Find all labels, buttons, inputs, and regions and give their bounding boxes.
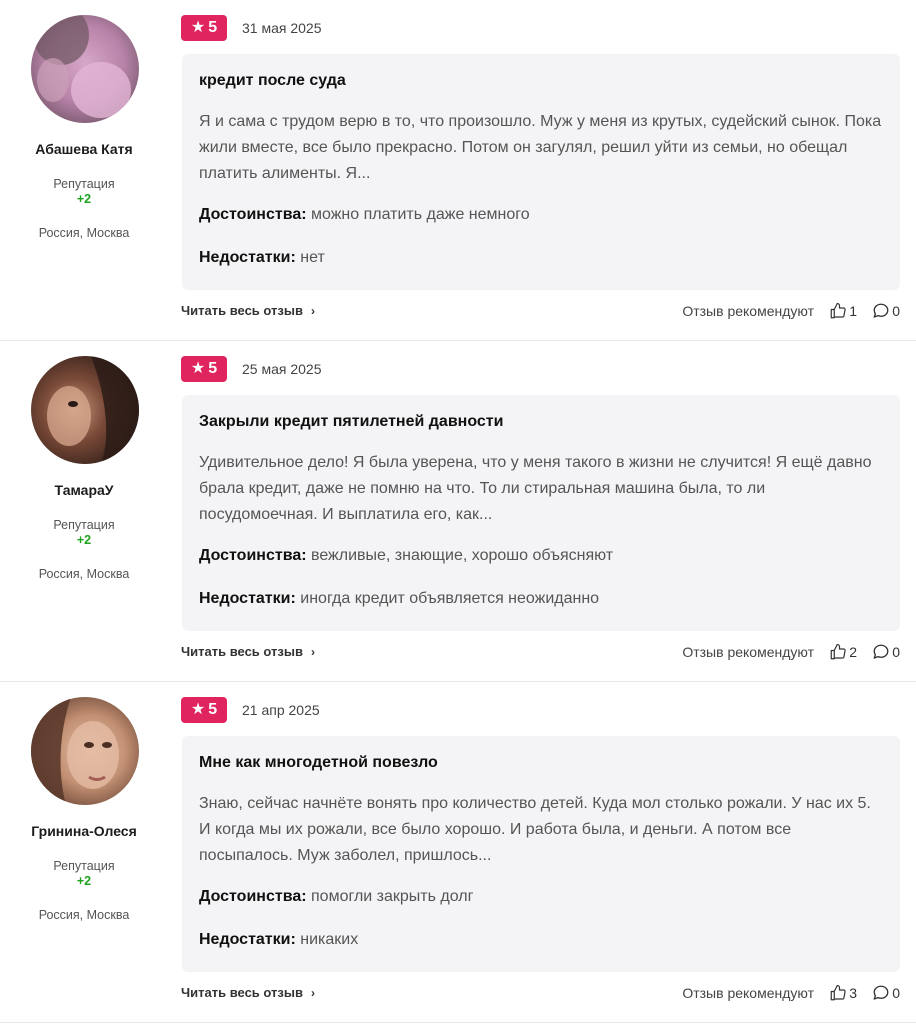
like-count: 1 xyxy=(849,303,857,319)
avatar-photo xyxy=(31,15,139,123)
reputation-value: +2 xyxy=(76,874,92,888)
cons-label: Недостатки: xyxy=(199,249,296,266)
chevron-right-icon: › xyxy=(310,985,315,1000)
like-count: 3 xyxy=(849,985,857,1001)
review-cons: Недостатки: нет xyxy=(199,249,325,267)
like-button[interactable]: 1 xyxy=(829,302,857,320)
pros-label: Достоинства: xyxy=(199,547,307,564)
author-name[interactable]: Гринина-Олеся xyxy=(0,823,168,839)
comment-bubble-icon xyxy=(873,303,889,318)
cons-label: Недостатки: xyxy=(199,931,296,948)
author-location: Россия, Москва xyxy=(38,567,130,581)
thumbs-up-icon xyxy=(830,984,846,1001)
author-location: Россия, Москва xyxy=(38,226,130,240)
cons-label: Недостатки: xyxy=(199,590,296,607)
thumbs-up-icon xyxy=(830,643,846,660)
review-card: кредит после суда Я и сама с трудом верю… xyxy=(182,54,900,290)
pros-text: вежливые, знающие, хорошо объясняют xyxy=(311,547,614,564)
review-card: Закрыли кредит пятилетней давности Удиви… xyxy=(182,395,900,631)
review-excerpt: Знаю, сейчас начнёте вонять про количест… xyxy=(199,795,871,864)
like-button[interactable]: 2 xyxy=(829,643,857,661)
pros-label: Достоинства: xyxy=(199,888,307,905)
review-item: Абашева Катя Репутация +2 Россия, Москва… xyxy=(0,0,916,341)
comment-bubble-icon xyxy=(873,985,889,1000)
avatar[interactable] xyxy=(31,15,139,123)
review-card: Мне как многодетной повезло Знаю, сейчас… xyxy=(182,736,900,972)
cons-text: иногда кредит объявляется неожиданно xyxy=(300,590,600,607)
avatar[interactable] xyxy=(31,697,139,805)
read-full-review-link[interactable]: Читать весь отзыв › xyxy=(181,644,315,659)
author-name[interactable]: Абашева Катя xyxy=(0,141,168,157)
comment-count: 0 xyxy=(892,644,900,660)
rating-badge: ★ 5 xyxy=(181,697,227,723)
avatar-photo xyxy=(31,356,139,464)
review-cons: Недостатки: иногда кредит объявляется не… xyxy=(199,590,599,608)
review-pros: Достоинства: можно платить даже немного xyxy=(199,206,530,224)
read-more-label: Читать весь отзыв xyxy=(181,985,303,1000)
pros-text: можно платить даже немного xyxy=(311,206,530,223)
read-more-label: Читать весь отзыв xyxy=(181,644,303,659)
reputation-value: +2 xyxy=(76,192,92,206)
avatar-photo xyxy=(31,697,139,805)
recommend-label: Отзыв рекомендуют xyxy=(682,303,814,319)
rating-badge: ★ 5 xyxy=(181,15,227,41)
review-title[interactable]: Закрыли кредит пятилетней давности xyxy=(199,413,503,431)
recommend-label: Отзыв рекомендуют xyxy=(682,644,814,660)
reputation-label: Репутация xyxy=(53,177,115,191)
review-pros: Достоинства: помогли закрыть долг xyxy=(199,888,473,906)
like-button[interactable]: 3 xyxy=(829,984,857,1002)
rating-value: 5 xyxy=(208,360,218,377)
reputation-label: Репутация xyxy=(53,859,115,873)
comment-count: 0 xyxy=(892,303,900,319)
review-date: 31 мая 2025 xyxy=(242,20,322,36)
review-item: Гринина-Олеся Репутация +2 Россия, Москв… xyxy=(0,682,916,1023)
read-more-label: Читать весь отзыв xyxy=(181,303,303,318)
star-icon: ★ xyxy=(190,360,206,377)
chevron-right-icon: › xyxy=(310,303,315,318)
review-date: 25 мая 2025 xyxy=(242,361,322,377)
reputation-label: Репутация xyxy=(53,518,115,532)
review-date: 21 апр 2025 xyxy=(242,702,320,718)
pros-text: помогли закрыть долг xyxy=(311,888,474,905)
review-item: ТамараУ Репутация +2 Россия, Москва ★ 5 … xyxy=(0,341,916,682)
recommend-label: Отзыв рекомендуют xyxy=(682,985,814,1001)
comment-button[interactable]: 0 xyxy=(872,984,900,1002)
review-cons: Недостатки: никаких xyxy=(199,931,358,949)
cons-text: нет xyxy=(300,249,325,266)
pros-label: Достоинства: xyxy=(199,206,307,223)
review-pros: Достоинства: вежливые, знающие, хорошо о… xyxy=(199,547,613,565)
star-icon: ★ xyxy=(190,701,206,718)
avatar[interactable] xyxy=(31,356,139,464)
rating-badge: ★ 5 xyxy=(181,356,227,382)
comment-button[interactable]: 0 xyxy=(872,643,900,661)
read-full-review-link[interactable]: Читать весь отзыв › xyxy=(181,985,315,1000)
review-excerpt: Удивительное дело! Я была уверена, что у… xyxy=(199,454,872,523)
review-title[interactable]: кредит после суда xyxy=(199,72,346,90)
reputation-value: +2 xyxy=(76,533,92,547)
author-location: Россия, Москва xyxy=(38,908,130,922)
rating-value: 5 xyxy=(208,701,218,718)
comment-count: 0 xyxy=(892,985,900,1001)
review-title[interactable]: Мне как многодетной повезло xyxy=(199,754,438,772)
rating-value: 5 xyxy=(208,19,218,36)
like-count: 2 xyxy=(849,644,857,660)
review-excerpt: Я и сама с трудом верю в то, что произош… xyxy=(199,113,882,182)
comment-button[interactable]: 0 xyxy=(872,302,900,320)
author-name[interactable]: ТамараУ xyxy=(0,482,168,498)
chevron-right-icon: › xyxy=(310,644,315,659)
thumbs-up-icon xyxy=(830,302,846,319)
star-icon: ★ xyxy=(190,19,206,36)
comment-bubble-icon xyxy=(873,644,889,659)
cons-text: никаких xyxy=(300,931,359,948)
read-full-review-link[interactable]: Читать весь отзыв › xyxy=(181,303,315,318)
